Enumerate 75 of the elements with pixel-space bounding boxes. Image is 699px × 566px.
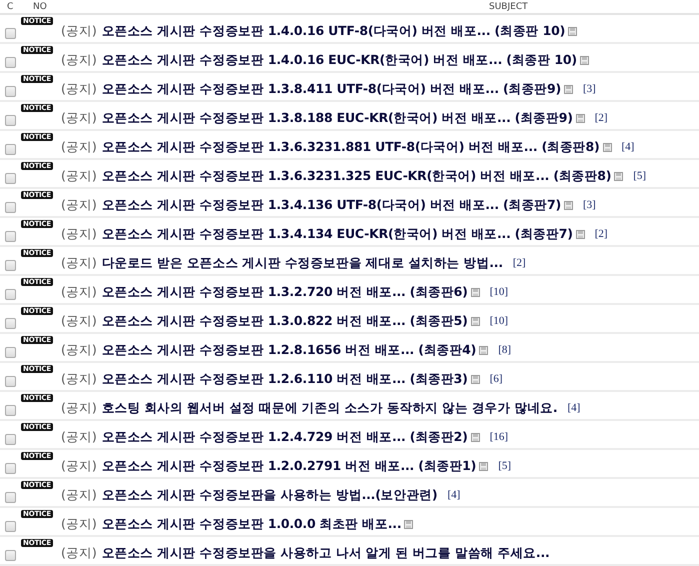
comment-count[interactable]: [2] (594, 228, 608, 240)
notice-prefix: (공지) (61, 22, 97, 40)
comment-count[interactable]: [4] (447, 489, 460, 501)
checkbox[interactable] (5, 173, 16, 184)
comment-count[interactable]: [2] (594, 112, 608, 124)
notice-prefix: (공지) (61, 284, 97, 300)
notice-prefix: (공지) (61, 254, 97, 272)
checkbox[interactable] (5, 115, 16, 126)
post-title-link[interactable]: 오픈소스 게시판 수정증보판 1.2.8.1656 버전 배포... (최종판4) (102, 342, 476, 358)
notice-prefix: (공지) (61, 486, 97, 504)
post-title-link[interactable]: 다운로드 받은 오픈소스 게시판 수정증보판을 제대로 설치하는 방법... (102, 254, 503, 272)
checkbox[interactable] (5, 550, 16, 561)
comment-count[interactable]: [8] (498, 344, 512, 356)
checkbox[interactable] (5, 144, 16, 155)
column-header: C (6, 2, 14, 12)
notice-prefix: (공지) (61, 226, 97, 242)
post-title-link[interactable]: 오픈소스 게시판 수정증보판 1.2.0.2791 버전 배포... (최종판1) (102, 458, 476, 474)
comment-count[interactable]: [2] (512, 257, 526, 269)
notice-prefix: (공지) (61, 400, 97, 416)
notice-prefix: (공지) (61, 138, 97, 156)
checkbox[interactable] (5, 521, 16, 532)
post-title-link[interactable]: 오픈소스 게시판 수정증보판 1.3.6.3231.325 EUC-KR(한국어) 버전 배포... (최종판8) (102, 168, 612, 184)
notice-prefix: (공지) (61, 342, 97, 358)
checkbox[interactable] (5, 86, 16, 97)
checkbox[interactable] (5, 260, 16, 271)
checkbox[interactable] (5, 463, 16, 474)
comment-count[interactable]: [6] (490, 373, 503, 385)
notice-prefix: (공지) (61, 516, 97, 532)
notice-prefix: (공지) (61, 428, 97, 446)
post-title-link[interactable]: 오픈소스 게시판 수정증보판 1.2.4.729 버전 배포... (최종판2) (102, 428, 468, 446)
notice-prefix: (공지) (61, 168, 97, 184)
notice-prefix: (공지) (61, 312, 97, 330)
post-title-link[interactable]: 호스팅 회사의 웹서버 설정 때문에 기존의 소스가 동작하지 않는 경우가 많네요. (102, 400, 558, 416)
checkbox[interactable] (5, 405, 16, 416)
comment-count[interactable]: [4] (567, 402, 580, 414)
notice-prefix: (공지) (61, 110, 97, 126)
post-title-link[interactable]: 오픈소스 게시판 수정증보판 1.4.0.16 EUC-KR(한국어) 버전 배포... (최종판 10) (102, 52, 577, 68)
checkbox[interactable] (5, 28, 16, 39)
column-header: SUBJECT (488, 2, 528, 12)
comment-count[interactable]: [3] (582, 83, 596, 95)
comment-count[interactable]: [16] (490, 431, 508, 443)
post-title-link[interactable]: 오픈소스 게시판 수정증보판 1.3.4.134 EUC-KR(한국어) 버전 배포... (최종판7) (102, 226, 573, 242)
notice-prefix: (공지) (61, 370, 97, 388)
post-title-link[interactable]: 오픈소스 게시판 수정증보판을 사용하는 방법...(보안관련) (102, 486, 438, 504)
checkbox[interactable] (5, 231, 16, 242)
post-title-link[interactable]: 오픈소스 게시판 수정증보판을 사용하고 나서 알게 된 버그를 말씀해 주세요... (102, 544, 550, 562)
checkbox[interactable] (5, 492, 16, 503)
post-title-link[interactable]: 오픈소스 게시판 수정증보판 1.2.6.110 버전 배포... (최종판3) (102, 370, 468, 388)
checkbox[interactable] (5, 376, 16, 387)
post-title-link[interactable]: 오픈소스 게시판 수정증보판 1.3.4.136 UTF-8(다국어) 버전 배포... (최종판7) (102, 196, 561, 214)
notice-prefix: (공지) (61, 458, 97, 474)
post-title-link[interactable]: 오픈소스 게시판 수정증보판 1.0.0.0 최초판 배포... (102, 516, 402, 532)
post-title-link[interactable]: 오픈소스 게시판 수정증보판 1.3.8.411 UTF-8(다국어) 버전 배포... (최종판9) (102, 80, 561, 98)
comment-count[interactable]: [5] (633, 170, 646, 182)
post-title-link[interactable]: 오픈소스 게시판 수정증보판 1.3.8.188 EUC-KR(한국어) 버전 배포... (최종판9) (102, 110, 573, 126)
checkbox[interactable] (5, 318, 16, 329)
comment-count[interactable]: [10] (490, 315, 508, 327)
column-header: NO (32, 2, 48, 12)
post-title-link[interactable]: 오픈소스 게시판 수정증보판 1.4.0.16 UTF-8(다국어) 버전 배포... (최종판 10) (102, 22, 566, 40)
comment-count[interactable]: [5] (498, 460, 512, 472)
post-title-link[interactable]: 오픈소스 게시판 수정증보판 1.3.2.720 버전 배포... (최종판6) (102, 284, 468, 300)
checkbox[interactable] (5, 347, 16, 358)
notice-prefix: (공지) (61, 196, 97, 214)
checkbox[interactable] (5, 57, 16, 68)
checkbox[interactable] (5, 289, 16, 300)
checkbox[interactable] (5, 202, 16, 213)
checkbox[interactable] (5, 434, 16, 445)
notice-prefix: (공지) (61, 544, 97, 562)
notice-prefix: (공지) (61, 52, 97, 68)
comment-count[interactable]: [10] (490, 286, 508, 298)
comment-count[interactable]: [3] (582, 199, 596, 211)
post-title-link[interactable]: 오픈소스 게시판 수정증보판 1.3.6.3231.881 UTF-8(다국어) 버전 배포... (최종판8) (102, 138, 600, 156)
notice-prefix: (공지) (61, 80, 97, 98)
post-title-link[interactable]: 오픈소스 게시판 수정증보판 1.3.0.822 버전 배포... (최종판5) (102, 312, 468, 330)
comment-count[interactable]: [4] (622, 141, 634, 153)
